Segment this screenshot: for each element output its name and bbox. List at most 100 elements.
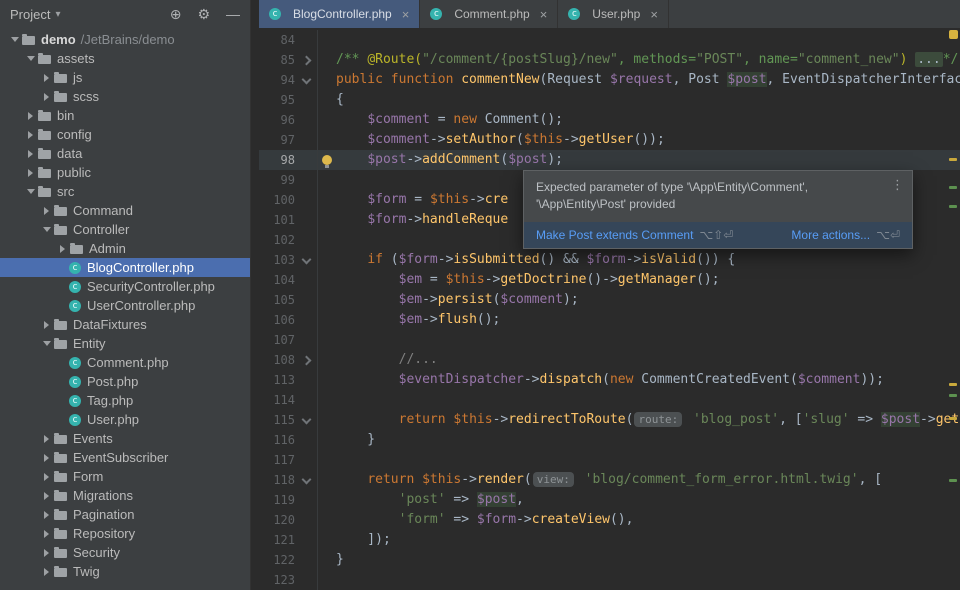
project-view-dropdown[interactable]: Project	[10, 7, 50, 22]
line-number[interactable]: 105	[259, 290, 295, 310]
fold-chevron-icon[interactable]	[295, 410, 318, 430]
expand-chevron-icon[interactable]	[40, 74, 53, 82]
line-number[interactable]: 100	[259, 190, 295, 210]
tree-item-Controller[interactable]: Controller	[0, 220, 250, 239]
expand-chevron-icon[interactable]	[24, 150, 37, 158]
tree-item-Migrations[interactable]: Migrations	[0, 486, 250, 505]
tree-item-config[interactable]: config	[0, 125, 250, 144]
code-text[interactable]: $em->persist($comment);	[336, 290, 579, 310]
tree-item-public[interactable]: public	[0, 163, 250, 182]
inspections-indicator[interactable]	[949, 30, 958, 39]
code-text[interactable]: 'form' => $form->createView(),	[336, 510, 633, 530]
line-number[interactable]: 84	[259, 30, 295, 50]
code-text[interactable]: $comment->setAuthor($this->getUser());	[336, 130, 665, 150]
line-number[interactable]: 119	[259, 490, 295, 510]
code-text[interactable]: $form = $this->cre	[336, 190, 508, 210]
close-tab-icon[interactable]: ×	[402, 7, 410, 22]
code-text[interactable]: $post->addComment($post);	[336, 150, 563, 170]
tree-item-Admin[interactable]: Admin	[0, 239, 250, 258]
expand-chevron-icon[interactable]	[40, 227, 53, 232]
line-number[interactable]: 98	[259, 150, 295, 170]
chevron-down-icon[interactable]: ▾	[55, 9, 60, 20]
line-number[interactable]: 96	[259, 110, 295, 130]
code-text[interactable]: }	[336, 430, 375, 450]
code-text[interactable]: if ($form->isSubmitted() && $form->isVal…	[336, 250, 735, 270]
tree-item-User.php[interactable]: cUser.php	[0, 410, 250, 429]
line-number[interactable]: 99	[259, 170, 295, 190]
tab-User.php[interactable]: cUser.php×	[558, 0, 669, 28]
expand-chevron-icon[interactable]	[24, 169, 37, 177]
tree-item-bin[interactable]: bin	[0, 106, 250, 125]
stripe-mark[interactable]	[949, 205, 957, 208]
fold-chevron-icon[interactable]	[295, 350, 318, 370]
line-number[interactable]: 117	[259, 450, 295, 470]
tree-item-Post.php[interactable]: cPost.php	[0, 372, 250, 391]
expand-chevron-icon[interactable]	[40, 492, 53, 500]
tree-item-Command[interactable]: Command	[0, 201, 250, 220]
stripe-mark[interactable]	[949, 158, 957, 161]
hide-panel-icon[interactable]: —	[226, 7, 240, 21]
tree-item-js[interactable]: js	[0, 68, 250, 87]
tree-item-EventSubscriber[interactable]: EventSubscriber	[0, 448, 250, 467]
expand-chevron-icon[interactable]	[40, 93, 53, 101]
line-number[interactable]: 121	[259, 530, 295, 550]
tree-item-Tag.php[interactable]: cTag.php	[0, 391, 250, 410]
tree-item-Pagination[interactable]: Pagination	[0, 505, 250, 524]
line-number[interactable]: 120	[259, 510, 295, 530]
code-text[interactable]: //...	[336, 350, 438, 370]
more-actions-link[interactable]: More actions...	[791, 228, 870, 242]
expand-chevron-icon[interactable]	[40, 530, 53, 538]
line-number[interactable]: 122	[259, 550, 295, 570]
line-number[interactable]: 113	[259, 370, 295, 390]
code-text[interactable]: public function commentNew(Request $requ…	[336, 70, 960, 90]
expand-chevron-icon[interactable]	[40, 207, 53, 215]
line-number[interactable]: 97	[259, 130, 295, 150]
code-text[interactable]: {	[336, 90, 344, 110]
tree-item-scss[interactable]: scss	[0, 87, 250, 106]
expand-chevron-icon[interactable]	[24, 131, 37, 139]
code-text[interactable]: return $this->render(view: 'blog/comment…	[336, 470, 882, 490]
tree-item-UserController.php[interactable]: cUserController.php	[0, 296, 250, 315]
line-number[interactable]: 115	[259, 410, 295, 430]
close-tab-icon[interactable]: ×	[540, 7, 548, 22]
code-text[interactable]: 'post' => $post,	[336, 490, 524, 510]
more-options-icon[interactable]: ⋮	[891, 177, 904, 193]
tree-item-src[interactable]: src	[0, 182, 250, 201]
code-text[interactable]: $em->flush();	[336, 310, 500, 330]
line-number[interactable]: 101	[259, 210, 295, 230]
tree-item-assets[interactable]: assets	[0, 49, 250, 68]
expand-chevron-icon[interactable]	[40, 341, 53, 346]
tree-item-BlogController.php[interactable]: cBlogController.php	[0, 258, 250, 277]
line-number[interactable]: 95	[259, 90, 295, 110]
line-number[interactable]: 107	[259, 330, 295, 350]
expand-chevron-icon[interactable]	[40, 511, 53, 519]
code-text[interactable]: $comment = new Comment();	[336, 110, 563, 130]
tree-item-Repository[interactable]: Repository	[0, 524, 250, 543]
code-text[interactable]: ]);	[336, 530, 391, 550]
panel-splitter[interactable]	[250, 0, 259, 590]
expand-chevron-icon[interactable]	[24, 56, 37, 61]
code-text[interactable]: /** @Route("/comment/{postSlug}/new", me…	[336, 50, 958, 70]
stripe-mark[interactable]	[949, 394, 957, 397]
stripe-mark[interactable]	[949, 417, 957, 420]
line-number[interactable]: 106	[259, 310, 295, 330]
expand-chevron-icon[interactable]	[8, 37, 21, 42]
scroll-error-stripe[interactable]	[946, 28, 960, 590]
stripe-mark[interactable]	[949, 186, 957, 189]
expand-chevron-icon[interactable]	[56, 245, 69, 253]
expand-chevron-icon[interactable]	[40, 435, 53, 443]
tree-item-DataFixtures[interactable]: DataFixtures	[0, 315, 250, 334]
line-number[interactable]: 116	[259, 430, 295, 450]
line-number[interactable]: 118	[259, 470, 295, 490]
expand-chevron-icon[interactable]	[40, 568, 53, 576]
tree-item-Entity[interactable]: Entity	[0, 334, 250, 353]
tab-Comment.php[interactable]: cComment.php×	[420, 0, 558, 28]
fold-chevron-icon[interactable]	[295, 250, 318, 270]
code-text[interactable]: $form->handleReque	[336, 210, 508, 230]
code-text[interactable]: $eventDispatcher->dispatch(new CommentCr…	[336, 370, 884, 390]
expand-chevron-icon[interactable]	[40, 549, 53, 557]
locate-file-icon[interactable]: ⊕	[170, 7, 182, 21]
close-tab-icon[interactable]: ×	[650, 7, 658, 22]
code-text[interactable]: return $this->redirectToRoute(route: 'bl…	[336, 410, 960, 430]
expand-chevron-icon[interactable]	[24, 112, 37, 120]
